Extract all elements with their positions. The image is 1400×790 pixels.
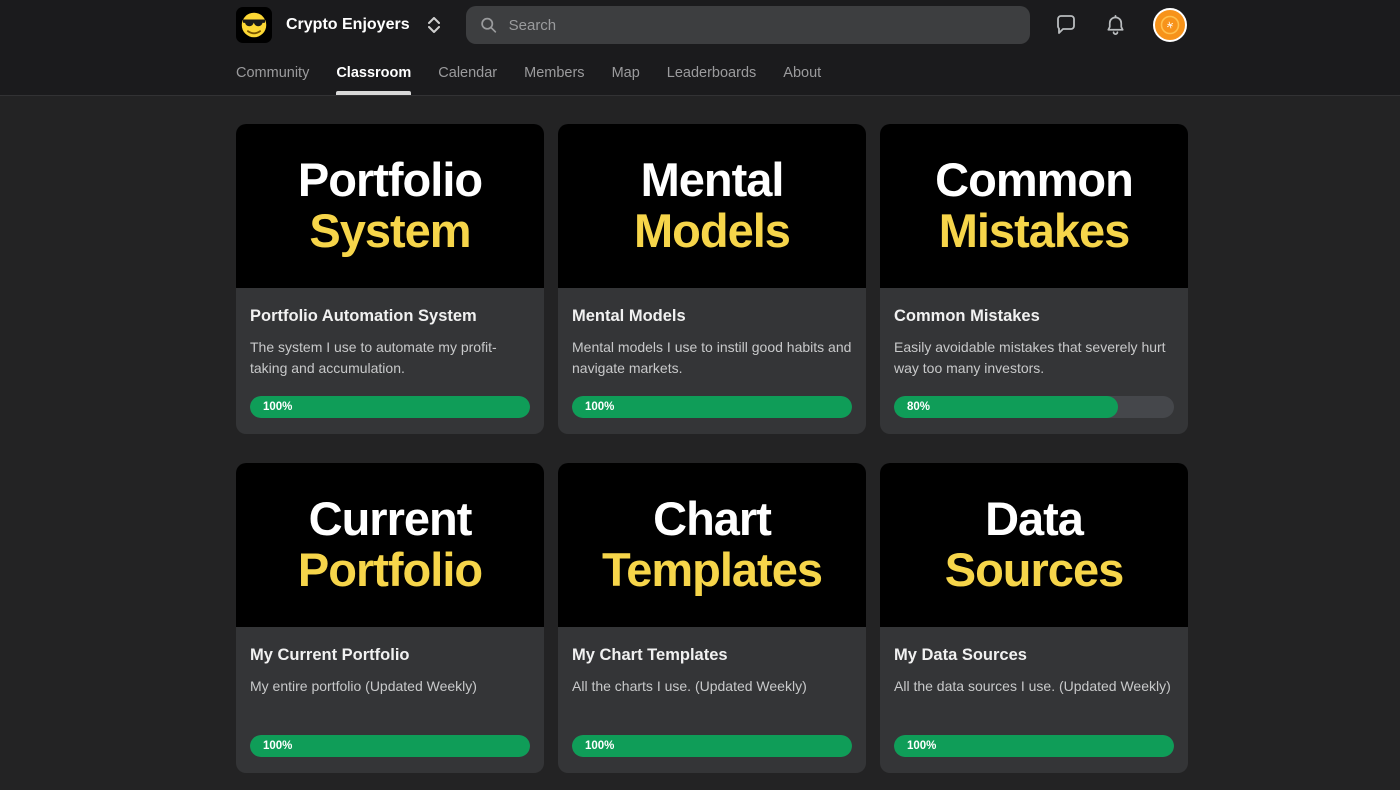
course-cover-image: Portfolio System <box>236 124 544 288</box>
course-cover-image: Chart Templates <box>558 463 866 627</box>
course-description: My entire portfolio (Updated Weekly) <box>250 676 530 697</box>
tab-leaderboards[interactable]: Leaderboards <box>667 50 757 95</box>
course-progress-fill: 100% <box>572 735 852 757</box>
cover-title-line1: Chart <box>653 494 771 545</box>
course-title: My Current Portfolio <box>250 646 530 665</box>
course-description: Easily avoidable mistakes that severely … <box>894 337 1174 379</box>
classroom-page: Portfolio System Portfolio Automation Sy… <box>0 96 1400 773</box>
community-switcher-icon[interactable] <box>424 13 444 37</box>
header-actions <box>1054 8 1187 42</box>
course-title: Mental Models <box>572 307 852 326</box>
course-progress-label: 100% <box>572 401 614 413</box>
bell-icon <box>1104 13 1127 37</box>
course-progress-fill: 80% <box>894 396 1118 418</box>
course-card[interactable]: Common Mistakes Common Mistakes Easily a… <box>880 124 1188 434</box>
course-cover-image: Data Sources <box>880 463 1188 627</box>
tab-map[interactable]: Map <box>612 50 640 95</box>
chat-bubble-icon <box>1054 13 1078 37</box>
search-icon <box>480 16 497 34</box>
community-name[interactable]: Crypto Enjoyers <box>286 16 410 34</box>
course-progress-label: 100% <box>894 740 936 752</box>
community-logo[interactable] <box>236 7 272 43</box>
course-progress-label: 100% <box>572 740 614 752</box>
course-progress-fill: 100% <box>572 396 852 418</box>
cover-title-line1: Current <box>309 494 472 545</box>
course-progress-fill: 100% <box>250 396 530 418</box>
course-title: My Chart Templates <box>572 646 852 665</box>
course-progress-bar: 100% <box>572 735 852 757</box>
cover-title-line1: Portfolio <box>298 155 482 206</box>
tab-about[interactable]: About <box>783 50 821 95</box>
course-title: Common Mistakes <box>894 307 1174 326</box>
course-description: All the charts I use. (Updated Weekly) <box>572 676 852 697</box>
chat-button[interactable] <box>1054 13 1078 37</box>
course-description: The system I use to automate my profit-t… <box>250 337 530 379</box>
course-card[interactable]: Chart Templates My Chart Templates All t… <box>558 463 866 773</box>
course-progress-bar: 80% <box>894 396 1174 418</box>
course-progress-label: 80% <box>894 401 930 413</box>
main-nav: Community Classroom Calendar Members Map… <box>0 50 1400 95</box>
notifications-button[interactable] <box>1104 13 1127 37</box>
tab-classroom[interactable]: Classroom <box>336 50 411 95</box>
cover-title-line2: Mistakes <box>939 206 1130 257</box>
sunglasses-emoji-icon <box>240 11 268 39</box>
tab-community[interactable]: Community <box>236 50 309 95</box>
course-progress-bar: 100% <box>572 396 852 418</box>
course-progress-bar: 100% <box>250 396 530 418</box>
cover-title-line1: Mental <box>641 155 784 206</box>
cover-title-line1: Data <box>985 494 1083 545</box>
course-card-body: My Chart Templates All the charts I use.… <box>558 627 866 773</box>
cover-title-line2: Sources <box>945 545 1123 596</box>
course-cover-image: Mental Models <box>558 124 866 288</box>
course-cover-image: Current Portfolio <box>236 463 544 627</box>
course-cover-image: Common Mistakes <box>880 124 1188 288</box>
search-input[interactable] <box>509 17 1016 34</box>
course-card-body: My Current Portfolio My entire portfolio… <box>236 627 544 773</box>
course-description: All the data sources I use. (Updated Wee… <box>894 676 1174 697</box>
cover-title-line1: Common <box>935 155 1133 206</box>
course-card-body: Mental Models Mental models I use to ins… <box>558 288 866 434</box>
cover-title-line2: Templates <box>602 545 822 596</box>
course-progress-bar: 100% <box>250 735 530 757</box>
course-progress-fill: 100% <box>894 735 1174 757</box>
cover-title-line2: Portfolio <box>298 545 482 596</box>
course-progress-fill: 100% <box>250 735 530 757</box>
course-progress-bar: 100% <box>894 735 1174 757</box>
course-description: Mental models I use to instill good habi… <box>572 337 852 379</box>
course-progress-label: 100% <box>250 740 292 752</box>
course-card[interactable]: Portfolio System Portfolio Automation Sy… <box>236 124 544 434</box>
tab-calendar[interactable]: Calendar <box>438 50 497 95</box>
coin-avatar-icon <box>1157 12 1183 38</box>
course-title: My Data Sources <box>894 646 1174 665</box>
course-card-body: My Data Sources All the data sources I u… <box>880 627 1188 773</box>
course-card[interactable]: Current Portfolio My Current Portfolio M… <box>236 463 544 773</box>
search-bar[interactable] <box>466 6 1030 44</box>
user-avatar[interactable] <box>1153 8 1187 42</box>
course-title: Portfolio Automation System <box>250 307 530 326</box>
header-top-row: Crypto Enjoyers <box>0 0 1400 50</box>
course-card-body: Common Mistakes Easily avoidable mistake… <box>880 288 1188 434</box>
course-progress-label: 100% <box>250 401 292 413</box>
tab-members[interactable]: Members <box>524 50 584 95</box>
cover-title-line2: System <box>309 206 470 257</box>
cover-title-line2: Models <box>634 206 790 257</box>
course-card[interactable]: Data Sources My Data Sources All the dat… <box>880 463 1188 773</box>
course-card[interactable]: Mental Models Mental Models Mental model… <box>558 124 866 434</box>
course-grid: Portfolio System Portfolio Automation Sy… <box>236 124 1400 773</box>
course-card-body: Portfolio Automation System The system I… <box>236 288 544 434</box>
header: Crypto Enjoyers <box>0 0 1400 96</box>
